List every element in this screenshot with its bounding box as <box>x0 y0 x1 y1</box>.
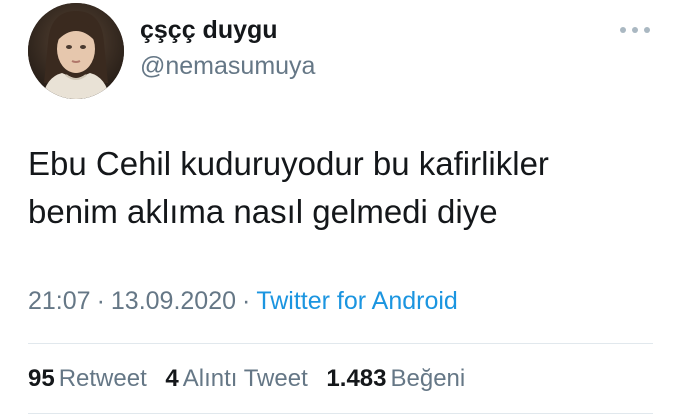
like-count[interactable]: 1.483 Beğeni <box>326 365 465 393</box>
tweet-time[interactable]: 21:07 <box>28 287 91 315</box>
retweet-label: Retweet <box>58 365 147 392</box>
like-label: Beğeni <box>390 365 466 392</box>
avatar-image <box>28 3 124 99</box>
meta-separator: · <box>242 287 251 315</box>
quote-label: Alıntı Tweet <box>182 365 308 392</box>
retweet-number: 95 <box>28 365 55 392</box>
tweet-source-link[interactable]: Twitter for Android <box>256 287 457 315</box>
tweet-text: Ebu Cehil kuduruyodur bu kafirlikler ben… <box>28 140 658 236</box>
avatar[interactable] <box>28 3 124 99</box>
tweet-date[interactable]: 13.09.2020 <box>111 287 236 315</box>
quote-number: 4 <box>165 365 179 392</box>
more-dots-icon[interactable] <box>617 22 653 38</box>
user-handle[interactable]: @nemasumuya <box>140 52 315 81</box>
display-name[interactable]: çşçç duygu <box>140 16 278 45</box>
meta-separator: · <box>96 287 105 315</box>
divider <box>28 343 653 344</box>
tweet-text-line: benim aklıma nasıl gelmedi diye <box>28 193 498 230</box>
retweet-count[interactable]: 95 Retweet <box>28 365 147 393</box>
quote-tweet-count[interactable]: 4 Alıntı Tweet <box>165 365 307 393</box>
tweet-stats: 95 Retweet 4 Alıntı Tweet 1.483 Beğeni <box>28 365 477 393</box>
tweet-card: çşçç duygu @nemasumuya Ebu Cehil kuduruy… <box>0 0 680 418</box>
tweet-text-line: Ebu Cehil kuduruyodur bu kafirlikler <box>28 145 549 182</box>
tweet-meta: 21:07 · 13.09.2020 · Twitter for Android <box>28 287 458 316</box>
divider <box>28 413 653 414</box>
like-number: 1.483 <box>326 365 387 392</box>
